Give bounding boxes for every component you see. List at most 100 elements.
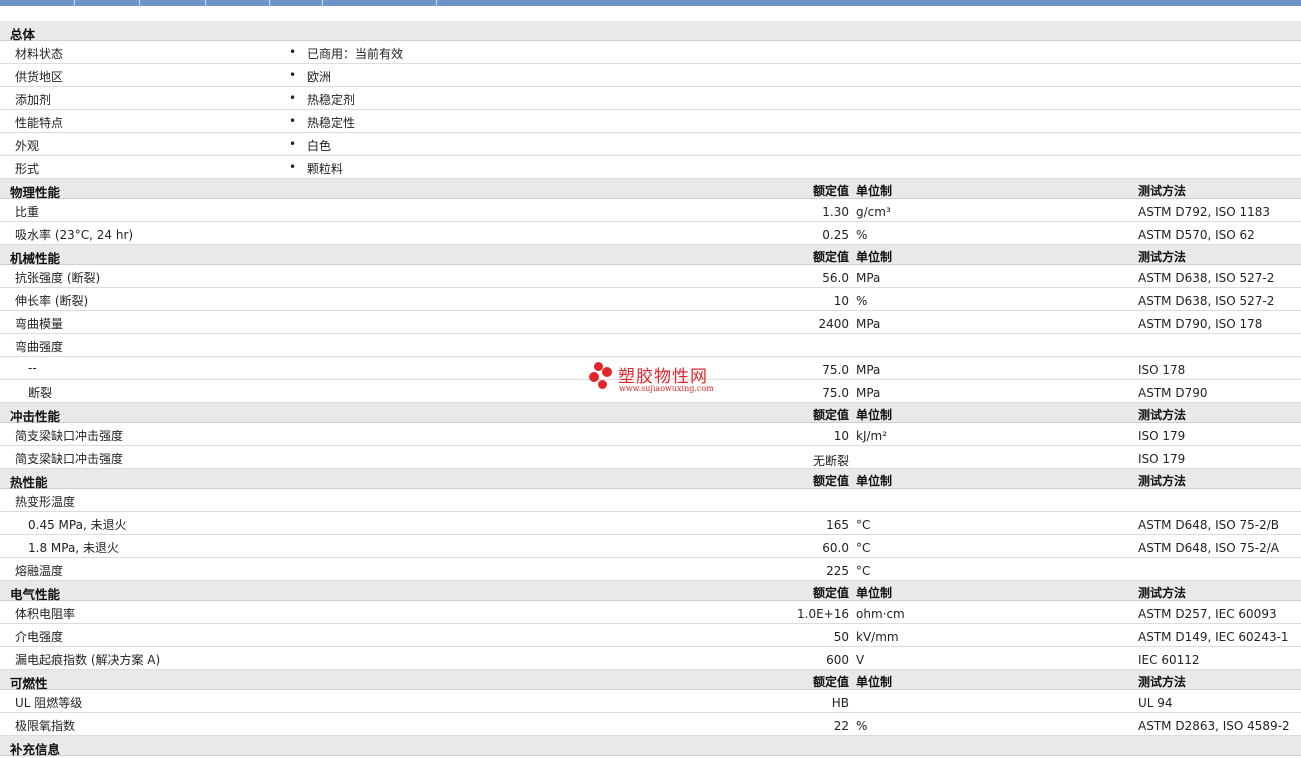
bullet-icon: •: [289, 160, 297, 174]
unit-value: MPa: [856, 271, 881, 285]
watermark-dots-icon: [588, 362, 616, 394]
property-row: 漏电起痕指数 (解决方案 A) 600 V IEC 60112: [0, 647, 1301, 670]
unit-value: V: [856, 653, 865, 667]
property-row: 吸水率 (23°C, 24 hr) 0.25% ASTM D570, ISO 62: [0, 222, 1301, 245]
test-method-header: 测试方法: [1138, 408, 1187, 422]
property-label: 介电强度: [15, 630, 64, 644]
unit-header: 单位制: [856, 586, 893, 600]
test-method-header: 测试方法: [1138, 586, 1187, 600]
test-method: ISO 179: [1138, 452, 1186, 466]
property-row: 抗张强度 (断裂) 56.0 MPa ASTM D638, ISO 527-2: [0, 265, 1301, 288]
nav-tab-divider: [205, 0, 206, 6]
property-label: 形式: [15, 162, 40, 176]
test-method: UL 94: [1138, 696, 1173, 710]
property-value: 欧洲: [307, 70, 332, 84]
section-title: 补充信息: [10, 742, 61, 757]
unit-header: 单位制: [856, 184, 893, 198]
property-row: 供货地区 • 欧洲: [0, 64, 1301, 87]
property-label: 添加剂: [15, 93, 52, 107]
property-label: 热变形温度: [15, 495, 76, 509]
property-label: UL 阻燃等级: [15, 696, 83, 710]
unit-header: 单位制: [856, 408, 893, 422]
test-method: ASTM D648, ISO 75-2/B: [1138, 518, 1280, 532]
property-row: 热变形温度: [0, 489, 1301, 512]
nav-tab-divider: [269, 0, 270, 6]
property-label: 抗张强度 (断裂): [15, 271, 101, 285]
nominal-value: 10: [833, 429, 849, 443]
nominal-value: 60.0: [822, 541, 849, 555]
property-row: 极限氧指数 22% ASTM D2863, ISO 4589-2: [0, 713, 1301, 736]
unit-value: kJ/m²: [856, 429, 888, 443]
nominal-value: 1.0E+16: [797, 607, 849, 621]
test-method-header: 测试方法: [1138, 250, 1187, 264]
unit-value: %: [856, 294, 868, 308]
unit-value: g/cm³: [856, 205, 891, 219]
nominal-value: 165: [826, 518, 849, 532]
property-row: 性能特点 • 热稳定性: [0, 110, 1301, 133]
test-method-header: 测试方法: [1138, 675, 1187, 689]
nominal-value-header: 额定值: [812, 586, 849, 600]
property-value: 热稳定性: [307, 116, 356, 130]
property-label: 1.8 MPa, 未退火: [28, 541, 119, 555]
top-nav-bar: [0, 0, 1301, 6]
property-label: 极限氧指数: [15, 719, 76, 733]
nominal-value-header: 额定值: [812, 408, 849, 422]
property-label: 弯曲模量: [15, 317, 64, 331]
property-row: 简支梁缺口冲击强度 10 kJ/m² ISO 179: [0, 423, 1301, 446]
unit-value: kV/mm: [856, 630, 899, 644]
section-header: 总体: [0, 21, 1301, 42]
unit-header: 单位制: [856, 474, 893, 488]
section-header: 补充信息: [0, 736, 1301, 757]
nav-tab-divider: [139, 0, 140, 6]
property-value: 已商用：当前有效: [307, 47, 404, 61]
property-label: 性能特点: [15, 116, 64, 130]
property-label: 伸长率 (断裂): [15, 294, 89, 308]
section-header: 冲击性能 额定值 单位制 测试方法: [0, 403, 1301, 424]
property-label: 材料状态: [15, 47, 64, 61]
bullet-icon: •: [289, 114, 297, 128]
property-row: 形式 • 颗粒料: [0, 156, 1301, 179]
test-method: ASTM D638, ISO 527-2: [1138, 271, 1275, 285]
nav-tab-divider: [322, 0, 323, 6]
nominal-value: 225: [826, 564, 849, 578]
unit-header: 单位制: [856, 675, 893, 689]
property-row: 伸长率 (断裂) 10% ASTM D638, ISO 527-2: [0, 288, 1301, 311]
property-label: 简支梁缺口冲击强度: [15, 452, 124, 466]
section-header: 机械性能 额定值 单位制 测试方法: [0, 245, 1301, 266]
nominal-value-header: 额定值: [812, 675, 849, 689]
property-label: 体积电阻率: [15, 607, 76, 621]
unit-value: MPa: [856, 363, 881, 377]
watermark-url: www.sujiaowuxing.com: [619, 384, 714, 393]
property-label: 熔融温度: [15, 564, 64, 578]
unit-value: ohm·cm: [856, 607, 905, 621]
property-label: 断裂: [28, 386, 53, 400]
nominal-value: 75.0: [822, 386, 849, 400]
property-row: 简支梁缺口冲击强度 无断裂 ISO 179: [0, 446, 1301, 469]
bullet-icon: •: [289, 137, 297, 151]
nominal-value: 75.0: [822, 363, 849, 377]
nominal-value: 22: [833, 719, 849, 733]
property-label: 弯曲强度: [15, 340, 64, 354]
test-method: ASTM D792, ISO 1183: [1138, 205, 1271, 219]
nominal-value-header: 额定值: [812, 250, 849, 264]
property-row: 添加剂 • 热稳定剂: [0, 87, 1301, 110]
property-label: 吸水率 (23°C, 24 hr): [15, 228, 134, 242]
unit-header: 单位制: [856, 250, 893, 264]
property-row: 弯曲模量 2400 MPa ASTM D790, ISO 178: [0, 311, 1301, 334]
unit-value: °C: [856, 564, 871, 578]
property-row: 熔融温度 225 °C: [0, 558, 1301, 581]
test-method: ASTM D790: [1138, 386, 1208, 400]
property-row: 体积电阻率 1.0E+16 ohm·cm ASTM D257, IEC 60093: [0, 601, 1301, 624]
nominal-value: 600: [826, 653, 849, 667]
property-value: 热稳定剂: [307, 93, 356, 107]
nominal-value-header: 额定值: [812, 184, 849, 198]
property-label: 0.45 MPa, 未退火: [28, 518, 127, 532]
property-value: 颗粒料: [307, 162, 344, 176]
property-label: --: [28, 361, 37, 375]
test-method: ASTM D648, ISO 75-2/A: [1138, 541, 1279, 555]
property-row: 介电强度 50 kV/mm ASTM D149, IEC 60243-1: [0, 624, 1301, 647]
nominal-value: 10: [833, 294, 849, 308]
nav-tab-divider: [74, 0, 75, 6]
property-row: 比重 1.30 g/cm³ ASTM D792, ISO 1183: [0, 199, 1301, 222]
unit-value: MPa: [856, 386, 881, 400]
